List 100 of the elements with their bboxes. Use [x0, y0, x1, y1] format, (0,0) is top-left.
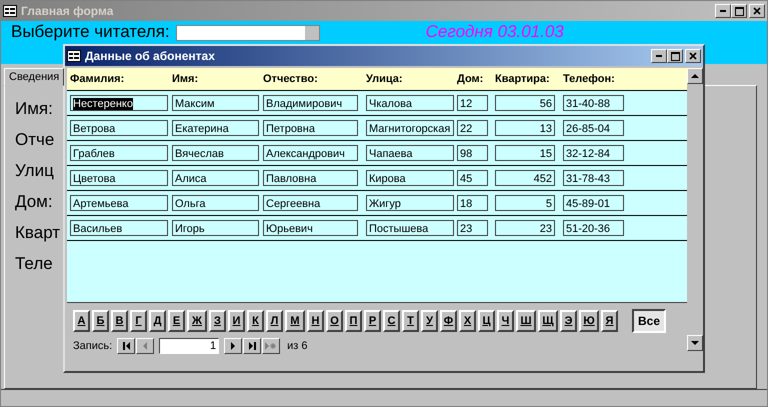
text-field[interactable]: 45: [457, 170, 488, 186]
letter-button[interactable]: К: [247, 310, 264, 332]
new-record-icon: [265, 342, 278, 350]
up-arrow-icon: [691, 73, 699, 79]
letter-button[interactable]: Ш: [516, 310, 536, 332]
text-field[interactable]: Вячеслав: [172, 145, 259, 161]
all-button[interactable]: Все: [632, 309, 666, 333]
first-icon: [122, 342, 130, 350]
maximize-button[interactable]: [731, 4, 747, 18]
letter-button[interactable]: Т: [402, 310, 419, 332]
text-field[interactable]: 31-40-88: [563, 95, 624, 111]
letter-button[interactable]: Э: [560, 310, 577, 332]
text-field[interactable]: 51-20-36: [563, 220, 624, 236]
text-field[interactable]: Петровна: [263, 120, 358, 136]
letter-button[interactable]: Е: [168, 310, 185, 332]
text-field[interactable]: 5: [495, 195, 555, 211]
text-field[interactable]: Ольга: [172, 195, 259, 211]
letter-button[interactable]: Б: [92, 310, 109, 332]
text-field[interactable]: Чкалова: [366, 95, 454, 111]
letter-button[interactable]: Щ: [538, 310, 558, 332]
text-field[interactable]: Игорь: [172, 220, 259, 236]
letter-button[interactable]: Р: [364, 310, 381, 332]
next-icon: [230, 342, 236, 350]
text-field[interactable]: 13: [495, 120, 555, 136]
field-label: Теле: [15, 253, 53, 275]
reader-label: Выберите читателя:: [11, 22, 170, 41]
first-record-button[interactable]: [117, 338, 136, 354]
field-label: Кварт: [15, 222, 60, 244]
record-number-field[interactable]: 1: [159, 338, 220, 354]
letter-button[interactable]: У: [421, 310, 438, 332]
maximize-button[interactable]: [667, 49, 683, 63]
tab[interactable]: Сведения: [4, 68, 64, 86]
text-field[interactable]: Сергеевна: [263, 195, 358, 211]
letter-button[interactable]: Ч: [497, 310, 514, 332]
text-field[interactable]: Кирова: [366, 170, 454, 186]
column-header: Имя:: [172, 73, 200, 85]
text-field[interactable]: Александрович: [263, 145, 358, 161]
letter-button[interactable]: Ю: [579, 310, 599, 332]
text-field[interactable]: 22: [457, 120, 488, 136]
text-field[interactable]: Магнитогорская: [366, 120, 454, 136]
minimize-button[interactable]: [651, 49, 667, 63]
text-field[interactable]: Юрьевич: [263, 220, 358, 236]
text-field[interactable]: Цветова: [70, 170, 168, 186]
text-field[interactable]: Граблев: [70, 145, 168, 161]
minimize-button[interactable]: [715, 4, 731, 18]
letter-button[interactable]: Ц: [478, 310, 495, 332]
letter-button[interactable]: Л: [266, 310, 283, 332]
text-field[interactable]: Ветрова: [70, 120, 168, 136]
text-field[interactable]: Васильев: [70, 220, 168, 236]
text-field[interactable]: Екатерина: [172, 120, 259, 136]
reader-combo-box[interactable]: [176, 25, 320, 41]
text-field[interactable]: 45-89-01: [563, 195, 624, 211]
text-field[interactable]: 26-85-04: [563, 120, 624, 136]
text-field[interactable]: Постышева: [366, 220, 454, 236]
close-button[interactable]: [685, 49, 701, 63]
letter-button[interactable]: Д: [149, 310, 166, 332]
letter-button[interactable]: Н: [307, 310, 324, 332]
down-arrow-icon: [691, 340, 699, 346]
scroll-down-button[interactable]: [687, 335, 703, 351]
letter-button[interactable]: Г: [130, 310, 147, 332]
text-field[interactable]: Жигур: [366, 195, 454, 211]
letter-button[interactable]: О: [326, 310, 343, 332]
letter-button[interactable]: З: [209, 310, 226, 332]
text-field[interactable]: 23: [495, 220, 555, 236]
text-field[interactable]: Артемьева: [70, 195, 168, 211]
text-field[interactable]: 23: [457, 220, 488, 236]
letter-button[interactable]: Х: [459, 310, 476, 332]
scroll-up-button[interactable]: [687, 68, 703, 84]
text-field[interactable]: 12: [457, 95, 488, 111]
text-field[interactable]: Нестеренко: [70, 95, 168, 111]
letter-button[interactable]: Ж: [187, 310, 207, 332]
letter-button[interactable]: М: [285, 310, 305, 332]
text-field[interactable]: Максим: [172, 95, 259, 111]
text-field[interactable]: 56: [495, 95, 555, 111]
text-field[interactable]: Алиса: [172, 170, 259, 186]
maximize-icon: [734, 6, 744, 16]
text-field[interactable]: 98: [457, 145, 488, 161]
text-field[interactable]: 452: [495, 170, 555, 186]
text-field[interactable]: Владимирович: [263, 95, 358, 111]
text-field[interactable]: 32-12-84: [563, 145, 624, 161]
letter-button[interactable]: А: [73, 310, 90, 332]
letter-button[interactable]: И: [228, 310, 245, 332]
text-field[interactable]: 15: [495, 145, 555, 161]
close-icon: [689, 52, 697, 60]
text-field[interactable]: 31-78-43: [563, 170, 624, 186]
last-icon: [248, 342, 256, 350]
close-button[interactable]: [749, 4, 765, 18]
letter-button[interactable]: П: [345, 310, 362, 332]
letter-button[interactable]: Ф: [440, 310, 457, 332]
letter-button[interactable]: Я: [601, 310, 618, 332]
scrollbar[interactable]: [687, 68, 703, 351]
column-header: Фамилия:: [70, 73, 126, 85]
letter-button[interactable]: В: [111, 310, 128, 332]
text-field[interactable]: 18: [457, 195, 488, 211]
next-record-button[interactable]: [224, 338, 242, 354]
last-record-button[interactable]: [243, 338, 262, 354]
text-field[interactable]: Чапаева: [366, 145, 454, 161]
letter-button[interactable]: С: [383, 310, 400, 332]
form-icon: [67, 50, 81, 62]
text-field[interactable]: Павловна: [263, 170, 358, 186]
